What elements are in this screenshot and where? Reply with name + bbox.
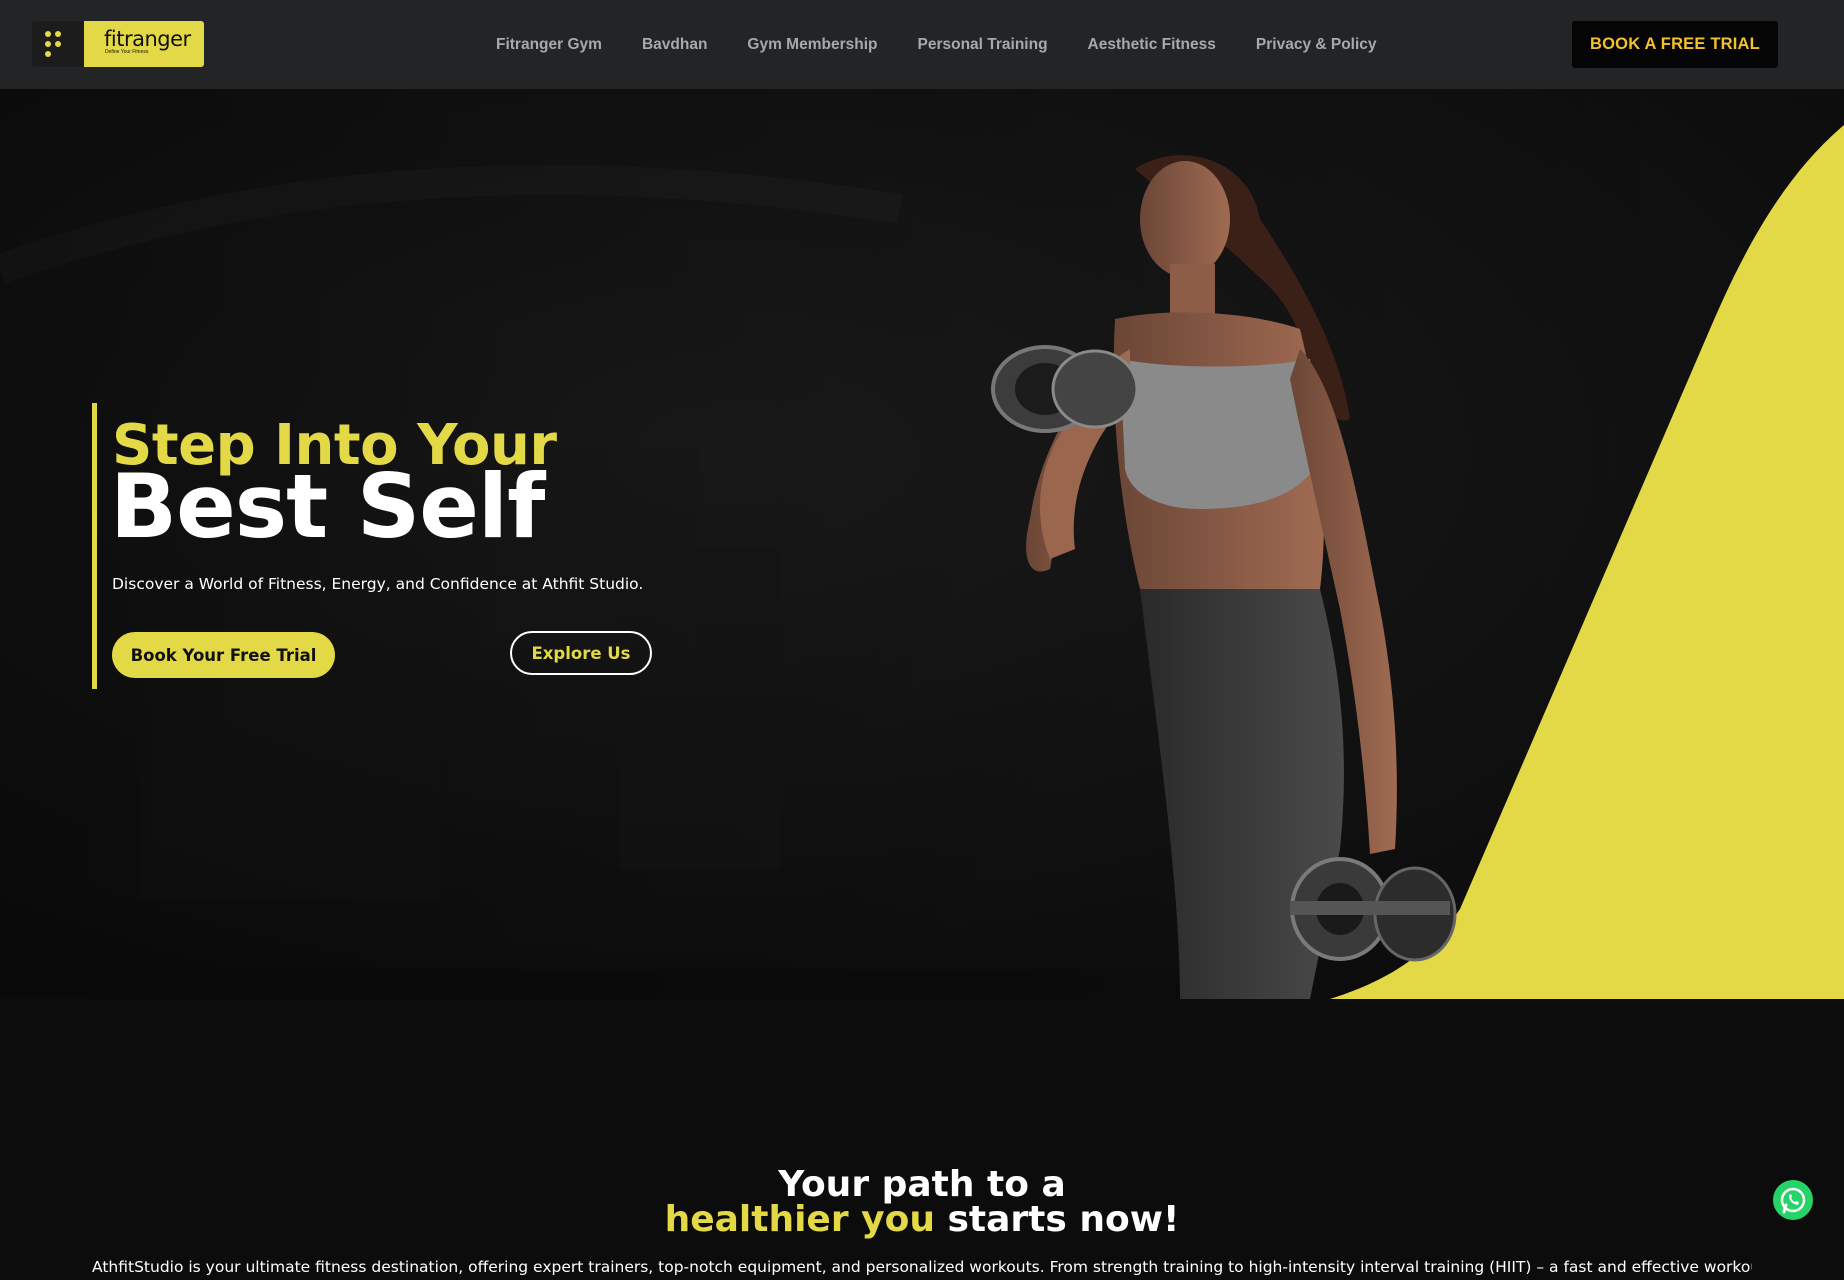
logo-wordmark: fitranger Define Your Fitness: [84, 21, 204, 67]
intro-title-line2: healthier you starts now!: [0, 1202, 1844, 1238]
book-your-free-trial-button[interactable]: Book Your Free Trial: [112, 632, 335, 678]
intro-title-rest: starts now!: [934, 1199, 1180, 1240]
intro-title-highlight: healthier you: [664, 1199, 935, 1240]
nav-link-personal-training[interactable]: Personal Training: [917, 36, 1047, 54]
nav-link-privacy-policy[interactable]: Privacy & Policy: [1256, 36, 1377, 54]
hero-section: Step Into Your Best Self Discover a Worl…: [0, 89, 1844, 999]
intro-body-text: AthfitStudio is your ultimate fitness de…: [92, 1258, 1752, 1276]
hero-content: Step Into Your Best Self Discover a Worl…: [92, 403, 712, 689]
hero-subtitle: Discover a World of Fitness, Energy, and…: [112, 575, 644, 593]
whatsapp-chat-button[interactable]: [1773, 1180, 1813, 1220]
hero-headline-line2: Best Self: [110, 455, 545, 558]
nav-link-bavdhan[interactable]: Bavdhan: [642, 36, 707, 54]
nav-link-fitranger-gym[interactable]: Fitranger Gym: [496, 36, 602, 54]
whatsapp-icon: [1780, 1187, 1806, 1214]
book-free-trial-button[interactable]: BOOK A FREE TRIAL: [1572, 21, 1778, 68]
main-nav: Fitranger Gym Bavdhan Gym Membership Per…: [496, 0, 1417, 89]
brand-logo[interactable]: fitranger Define Your Fitness: [32, 21, 204, 67]
site-header: fitranger Define Your Fitness Fitranger …: [0, 0, 1844, 89]
dots-grid-icon: [32, 21, 84, 67]
nav-link-aesthetic-fitness[interactable]: Aesthetic Fitness: [1088, 36, 1216, 54]
intro-title-line1: Your path to a: [778, 1164, 1066, 1205]
explore-us-button[interactable]: Explore Us: [510, 631, 652, 675]
nav-link-gym-membership[interactable]: Gym Membership: [747, 36, 877, 54]
logo-name: fitranger: [104, 27, 191, 51]
intro-section: Your path to a healthier you starts now!…: [0, 999, 1844, 1280]
